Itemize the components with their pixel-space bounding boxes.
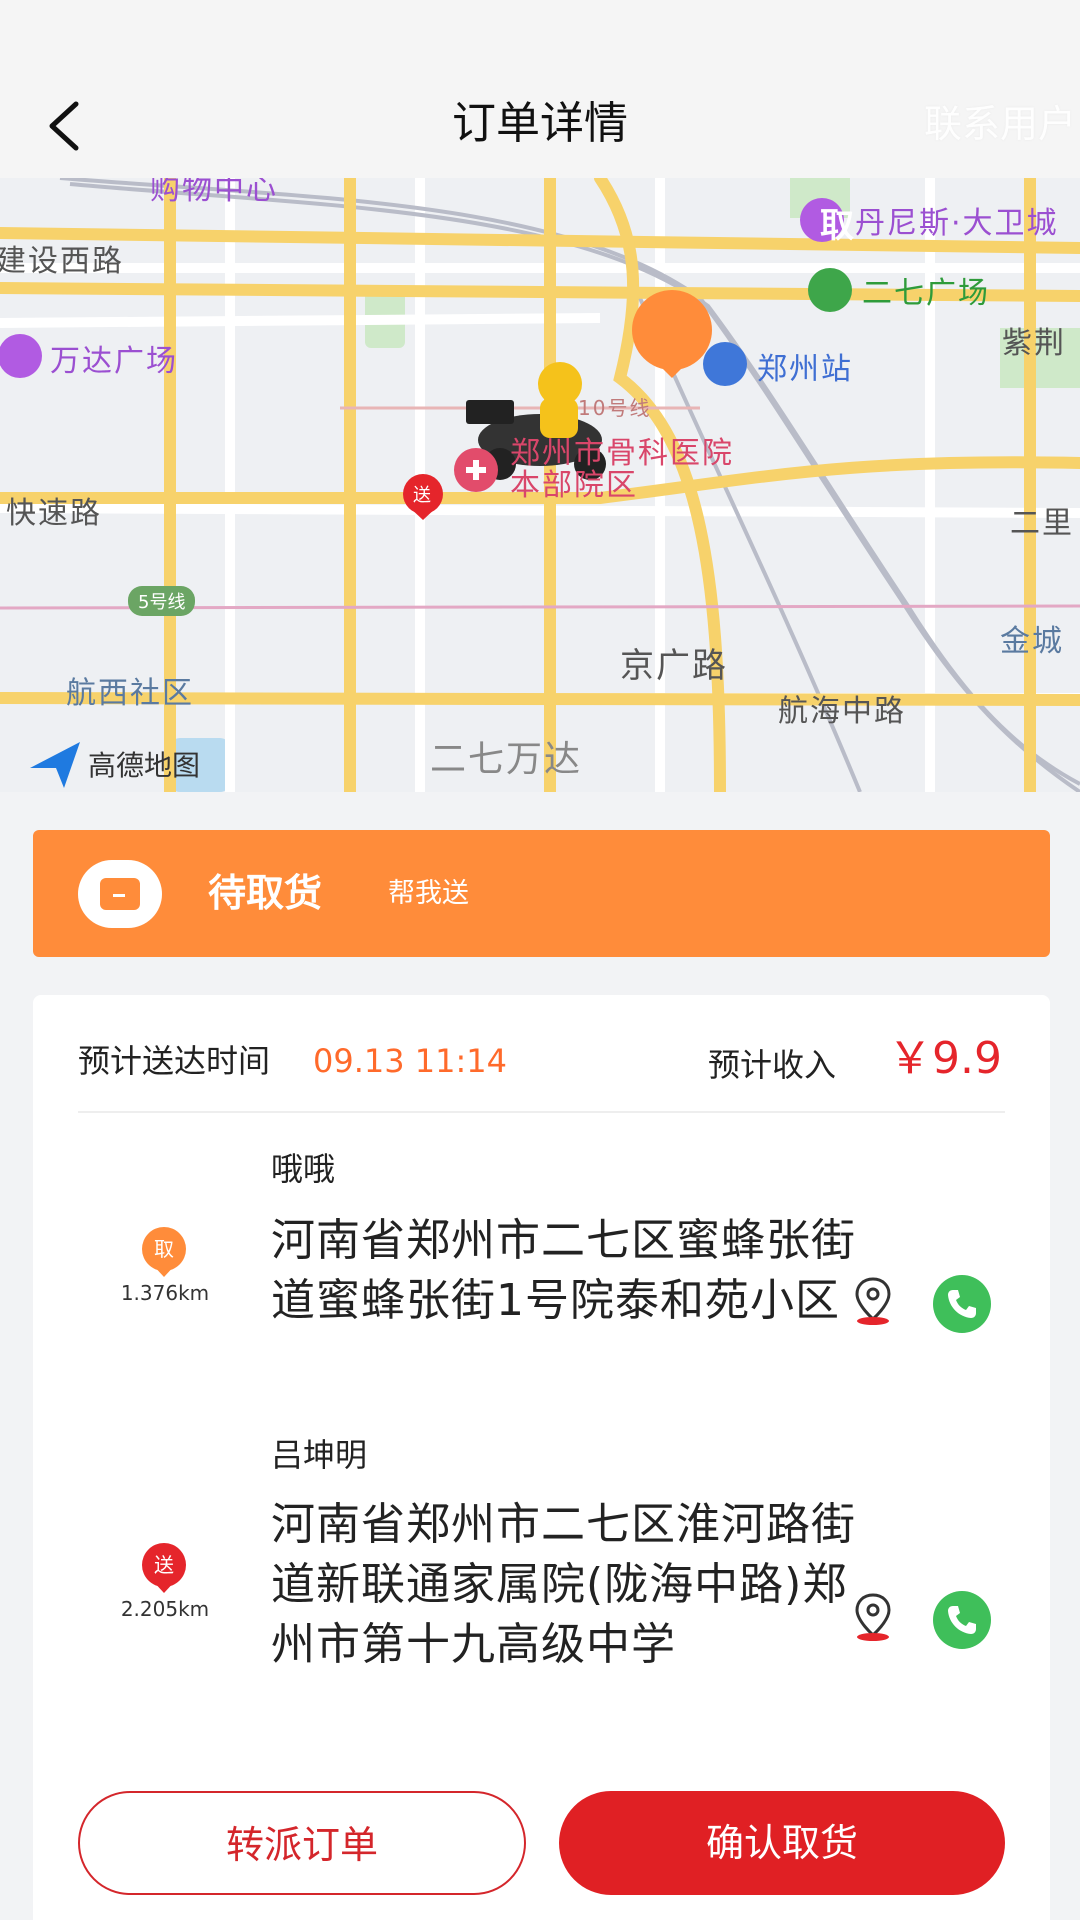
map-label-hanghai-road: 航海中路 [778,694,906,729]
pickup-distance: 1.376km [120,1281,210,1305]
map-label-erli: 二里 [1010,506,1074,541]
pickup-address: 河南省郑州市二七区蜜蜂张街道蜜蜂张街1号院泰和苑小区 [271,1215,856,1326]
divider [78,1111,1005,1113]
map-label-erqi-wanda: 二七万达 [430,739,583,780]
pickup-pin-label: 取 [154,1237,174,1261]
eta-label: 预计送达时间 [78,1042,271,1080]
pickup-marker-label: 取 [820,206,856,246]
status-subtitle: 帮我送 [388,878,469,909]
map-label-zhengzhou-station: 郑州站 [757,352,853,387]
location-pin-icon [855,1277,891,1325]
map-label-jinguang-road: 京广路 [620,646,728,686]
delivery-address: 河南省郑州市二七区淮河路街道新联通家属院(陇海中路)郑州市第十九高级中学 [271,1499,856,1670]
map-label-kuaisu-road: 快速路 [6,496,102,531]
pickup-navigate-button[interactable] [851,1275,895,1327]
income-value: ￥9.9 [888,1033,1002,1084]
eta-time: 09.13 11:14 [313,1042,507,1080]
map-label-hangxi: 航西社区 [66,676,194,711]
status-title: 待取货 [208,871,323,915]
map-label-zijing: 紫荆 [1002,326,1066,361]
map-label-jincheng: 金城 [1000,624,1064,659]
map-label-dennis: 丹尼斯·大卫城 [855,206,1059,241]
phone-icon [948,1606,976,1634]
order-status-icon [78,860,162,928]
map-view[interactable]: 取 送 购物中心 丹尼斯·大卫城 二七广场 建设西路 万达广场 郑州站 紫荆 1… [0,178,1080,792]
amap-logo-text: 高德地图 [88,749,201,782]
map-label-mall: 购物中心 [150,178,278,207]
delivery-marker-label: 送 [413,485,433,506]
pickup-stop: 取 1.376km 哦哦 河南省郑州市二七区蜜蜂张街道蜜蜂张街1号院泰和苑小区 [33,1135,1050,1415]
contact-user-link[interactable]: 联系用户 [924,98,1076,150]
delivery-pin-icon: 送 [137,1541,191,1595]
status-banner: 待取货 帮我送 [33,830,1050,957]
delivery-pin-label: 送 [154,1553,174,1577]
map-label-line5: 5号线 [128,586,196,616]
pickup-pin-icon: 取 [137,1225,191,1279]
income-label: 预计收入 [708,1046,837,1084]
delivery-navigate-button[interactable] [851,1591,895,1643]
map-label-erqi-square: 二七广场 [862,276,990,311]
pickup-contact-name: 哦哦 [271,1150,336,1188]
map-label-jianshe-road: 建设西路 [0,244,124,279]
location-pin-icon [855,1593,891,1641]
delivery-stop: 送 2.205km 吕坤明 河南省郑州市二七区淮河路街道新联通家属院(陇海中路)… [33,1431,1050,1751]
page-title: 订单详情 [452,98,628,149]
confirm-pickup-button[interactable]: 确认取货 [559,1791,1005,1895]
map-label-wanda-square: 万达广场 [50,344,178,379]
order-card: 预计送达时间 09.13 11:14 预计收入 ￥9.9 取 1.376km 哦… [33,995,1050,1920]
map-label-line10: 10号线 [578,396,652,420]
phone-icon [948,1290,976,1318]
delivery-call-button[interactable] [933,1591,991,1649]
transfer-order-button[interactable]: 转派订单 [78,1791,526,1895]
header: 订单详情 联系用户 [0,0,1080,178]
delivery-contact-name: 吕坤明 [271,1436,368,1474]
map-label-hospital: 郑州市骨科医院本部院区 [510,436,734,503]
delivery-distance: 2.205km [120,1597,210,1621]
pickup-call-button[interactable] [933,1275,991,1333]
